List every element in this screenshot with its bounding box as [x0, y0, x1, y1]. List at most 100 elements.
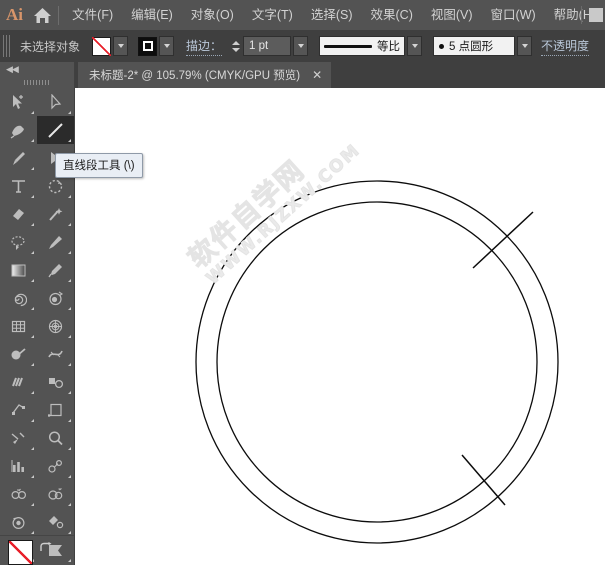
workspace-switcher-icon[interactable] [589, 8, 603, 22]
tool-group-corner [31, 391, 34, 394]
menu-item-select[interactable]: 选择(S) [302, 0, 362, 30]
close-icon[interactable]: ✕ [312, 69, 322, 81]
tool-type[interactable] [0, 172, 37, 200]
menu-right-divider [581, 6, 582, 24]
tool-group-corner [68, 531, 71, 534]
control-bar-grip[interactable] [3, 35, 12, 57]
tool-reflect[interactable] [0, 480, 37, 508]
document-tab[interactable]: 未标题-2* @ 105.79% (CMYK/GPU 预览) ✕ [78, 62, 332, 88]
menu-item-edit[interactable]: 编辑(E) [122, 0, 182, 30]
tool-group-corner [68, 279, 71, 282]
tool-column-graph[interactable] [0, 452, 37, 480]
tool-group-corner [68, 419, 71, 422]
tool-group-corner [31, 195, 34, 198]
tool-group-corner [68, 475, 71, 478]
tool-artboard[interactable] [37, 396, 74, 424]
tool-blend[interactable] [0, 368, 37, 396]
tool-direct-selection[interactable] [37, 88, 74, 116]
menu-item-window[interactable]: 窗口(W) [482, 0, 545, 30]
fill-stroke-swatch[interactable] [8, 540, 33, 565]
menu-item-file[interactable]: 文件(F) [63, 0, 122, 30]
tool-group-corner [68, 111, 71, 114]
stroke-weight-label[interactable]: 描边： [186, 37, 223, 56]
tool-lasso[interactable] [0, 228, 37, 256]
tool-rectangular-grid[interactable] [0, 312, 37, 340]
tool-group-corner [31, 223, 34, 226]
tool-group-corner [31, 279, 34, 282]
tool-group-corner [31, 447, 34, 450]
tool-group-corner [31, 307, 34, 310]
tool-group-corner [68, 251, 71, 254]
tool-magic-wand[interactable] [37, 200, 74, 228]
stroke-swatch-inner [142, 41, 153, 51]
swap-fill-stroke-icon[interactable] [39, 541, 53, 559]
tool-paintbrush[interactable] [0, 144, 37, 172]
fill-dropdown-button[interactable] [113, 36, 129, 56]
illustrator-window: Ai 文件(F) 编辑(E) 对象(O) 文字(T) 选择(S) 效果(C) 视… [0, 0, 605, 565]
stepper-down-icon [231, 47, 240, 52]
menu-item-object[interactable]: 对象(O) [182, 0, 243, 30]
tool-spiral[interactable] [0, 284, 37, 312]
brush-definition-select[interactable]: 5 点圆形 [433, 36, 516, 56]
grip-lines-icon [24, 79, 50, 85]
stroke-profile-select[interactable]: 等比 [319, 36, 406, 56]
tool-group-corner [31, 363, 34, 366]
tool-group-corner [31, 167, 34, 170]
tool-shear[interactable] [37, 480, 74, 508]
tools-panel-grip[interactable] [0, 76, 74, 88]
fill-stroke-controls [0, 535, 74, 565]
artboard-canvas[interactable]: 软件自学网 WWW.RJZXW.COM [74, 88, 605, 565]
tool-eraser[interactable] [0, 200, 37, 228]
tool-group-corner [31, 503, 34, 506]
tool-rotate-around[interactable] [0, 508, 37, 536]
collapse-panel-button[interactable]: ◀◀ [0, 62, 74, 76]
tool-group-corner [68, 195, 71, 198]
tool-group-corner [68, 363, 71, 366]
tool-group-corner [68, 307, 71, 310]
artwork-svg [195, 180, 559, 544]
stroke-weight-stepper[interactable] [230, 36, 241, 56]
document-tab-bar: 未标题-2* @ 105.79% (CMYK/GPU 预览) ✕ [0, 62, 605, 88]
menu-item-view[interactable]: 视图(V) [422, 0, 482, 30]
tool-shape-builder[interactable] [0, 340, 37, 368]
tool-group-corner [68, 503, 71, 506]
tool-gradient[interactable] [0, 256, 37, 284]
brush-definition-dropdown-button[interactable] [517, 36, 533, 56]
stroke-weight-input[interactable]: 1 pt [243, 36, 292, 56]
tool-eyedropper[interactable] [37, 256, 74, 284]
stroke-weight-dropdown-button[interactable] [293, 36, 309, 56]
tool-group-corner [31, 531, 34, 534]
tool-slice[interactable] [0, 424, 37, 452]
fill-color-swatch[interactable] [92, 36, 112, 56]
tool-line-segment[interactable] [37, 116, 74, 144]
tool-group-corner [31, 111, 34, 114]
tool-selection[interactable] [0, 88, 37, 116]
tool-pen[interactable] [0, 116, 37, 144]
stroke-profile-label: 等比 [377, 41, 401, 53]
stroke-profile-dropdown-button[interactable] [407, 36, 423, 56]
tool-symbol-sprayer[interactable] [37, 368, 74, 396]
stepper-up-icon [231, 40, 240, 45]
chevron-down-icon [117, 44, 124, 48]
chevron-down-icon [521, 44, 528, 48]
stroke-dropdown-button[interactable] [159, 36, 175, 56]
menu-item-effect[interactable]: 效果(C) [362, 0, 422, 30]
tool-rotate-twirl[interactable] [37, 284, 74, 312]
tool-scale[interactable] [37, 452, 74, 480]
home-icon[interactable] [29, 0, 56, 30]
chevron-down-icon [411, 44, 418, 48]
tool-pencil[interactable] [37, 228, 74, 256]
tool-polar-grid[interactable] [37, 312, 74, 340]
opacity-label[interactable]: 不透明度 [541, 37, 590, 56]
ai-logo: Ai [6, 5, 23, 24]
tool-width[interactable] [37, 340, 74, 368]
control-bar: 未选择对象 描边： 1 pt 等比 5 点圆形 不透明度 [0, 30, 605, 63]
stroke-color-swatch[interactable] [138, 36, 158, 56]
tool-free-transform[interactable] [0, 396, 37, 424]
tool-live-paint-bucket[interactable] [37, 508, 74, 536]
menu-item-type[interactable]: 文字(T) [243, 0, 302, 30]
tool-group-corner [31, 419, 34, 422]
selection-status-label: 未选择对象 [20, 39, 81, 54]
tool-zoom[interactable] [37, 424, 74, 452]
lower-line-segment [461, 454, 506, 506]
